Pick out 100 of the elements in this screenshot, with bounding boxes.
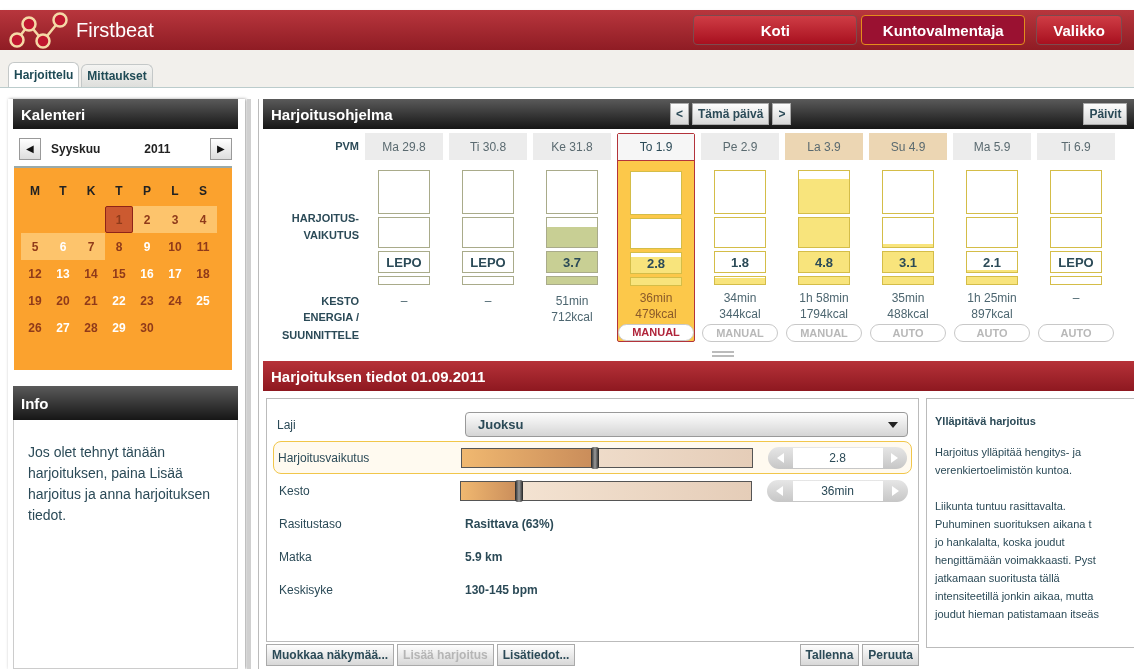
weekday-label: T xyxy=(58,183,68,200)
previous-day-button[interactable]: < xyxy=(670,103,689,125)
effect-value: 1.8 xyxy=(714,251,766,273)
description-line: jo hankalalta, koska joudut xyxy=(935,535,1066,550)
field-label: Keskisyke xyxy=(278,582,335,597)
next-day-button[interactable]: > xyxy=(772,103,792,125)
info-text: Jos olet tehnyt tänään harjoituksen, paina Lisää harjoitus ja anna harjoituksen tiedot. xyxy=(28,443,212,525)
slider-thumb[interactable] xyxy=(515,479,523,502)
field-label: Matka xyxy=(278,549,313,564)
nav-button[interactable]: Koti xyxy=(693,15,858,45)
calendar-day[interactable]: 24 xyxy=(161,287,189,314)
date-header[interactable]: Ti 6.9 xyxy=(1037,133,1115,160)
calendar-day[interactable]: 8 xyxy=(105,233,133,260)
duration-text: – xyxy=(400,293,408,309)
effect-value: 4.8 xyxy=(798,251,850,273)
calendar-day[interactable]: 18 xyxy=(189,260,217,287)
duration-text: 1h 58min xyxy=(799,290,849,307)
calendar-day[interactable]: 11 xyxy=(189,233,217,260)
calendar-day[interactable]: 20 xyxy=(49,287,77,314)
nav-button[interactable]: Valikko xyxy=(1036,15,1122,45)
action-button[interactable]: Muokkaa näkymää... xyxy=(266,644,395,666)
description-line: Harjoitus ylläpitää hengitys- ja xyxy=(935,445,1083,460)
energy-text: 488kcal xyxy=(887,306,929,323)
calendar-day[interactable]: 30 xyxy=(133,314,161,341)
panel-title: Kalenteri xyxy=(21,105,86,123)
calendar-day[interactable]: 14 xyxy=(77,260,105,287)
stepper-value[interactable]: 36min xyxy=(792,480,883,501)
row-label: SUUNNITTELE xyxy=(282,327,359,343)
sport-dropdown[interactable]: Juoksu xyxy=(465,412,908,437)
date-header[interactable]: Su 4.9 xyxy=(869,133,947,160)
weekday-label: M xyxy=(29,183,41,200)
calendar-day[interactable]: 2 xyxy=(133,206,161,233)
calendar-day[interactable]: 5 xyxy=(21,233,49,260)
stepper-value[interactable]: 2.8 xyxy=(792,447,883,468)
nav-button[interactable]: Kuntovalmentaja xyxy=(861,15,1026,45)
date-header[interactable]: Pe 2.9 xyxy=(701,133,779,160)
refresh-button[interactable]: Päivit xyxy=(1083,103,1128,125)
date-header[interactable]: To 1.9 xyxy=(618,134,694,161)
duration-text: 1h 25min xyxy=(967,290,1017,307)
field-label: Laji xyxy=(277,417,297,432)
calendar-day[interactable]: 10 xyxy=(161,233,189,260)
action-button[interactable]: Peruuta xyxy=(862,644,919,666)
calendar-day[interactable]: 28 xyxy=(77,314,105,341)
duration-text: 35min xyxy=(891,290,925,307)
panel-title: Harjoitusohjelma xyxy=(271,105,394,123)
description-title: Ylläpitävä harjoitus xyxy=(935,415,1037,427)
duration-text: – xyxy=(484,293,492,309)
description-line: verenkiertoelimistön kuntoa. xyxy=(935,463,1073,478)
description-line: Puhuminen suorituksen aikana t xyxy=(935,517,1093,532)
calendar-day[interactable]: 19 xyxy=(21,287,49,314)
year-label: 2011 xyxy=(144,142,171,156)
calendar-day[interactable]: 26 xyxy=(21,314,49,341)
energy-text: 479kcal xyxy=(635,305,677,322)
energy-text: 712kcal xyxy=(551,309,593,325)
field-label: Harjoitusvaikutus xyxy=(278,450,371,465)
next-month-button[interactable]: ▶ xyxy=(210,138,232,160)
field-value: 130-145 bpm xyxy=(465,582,538,597)
field-value: Rasittava (63%) xyxy=(465,516,554,531)
slider-track[interactable] xyxy=(461,447,753,468)
slider-thumb[interactable] xyxy=(591,446,600,469)
energy-text: 897kcal xyxy=(971,306,1013,323)
description-line: intensiteetillä jonkin aikaa, mutta xyxy=(935,589,1095,604)
previous-month-button[interactable]: ◀ xyxy=(19,138,41,160)
description-line: jatkamaan suoritusta tällä xyxy=(935,571,1061,586)
row-label: KESTO xyxy=(321,293,359,309)
duration-text: 51min xyxy=(555,293,589,309)
logo-icon xyxy=(8,11,70,49)
caret-icon xyxy=(888,422,898,428)
date-header[interactable]: La 3.9 xyxy=(785,133,863,160)
calendar-day[interactable]: 23 xyxy=(133,287,161,314)
effect-value: 3.7 xyxy=(546,251,598,273)
field-label: Rasitustaso xyxy=(278,516,343,531)
action-button[interactable]: Lisätiedot... xyxy=(496,644,576,666)
value-stepper[interactable]: 2.8 xyxy=(768,446,907,469)
weekday-label: L xyxy=(170,183,180,200)
calendar-day[interactable]: 12 xyxy=(21,260,49,287)
plan-mode-button[interactable]: MANUAL xyxy=(618,323,694,341)
action-button[interactable]: Tallenna xyxy=(799,644,860,666)
details-title: Harjoituksen tiedot 01.09.2011 xyxy=(271,367,486,385)
month-label: Syyskuu xyxy=(51,142,101,156)
date-header[interactable]: Ma 5.9 xyxy=(953,133,1031,160)
calendar-day[interactable]: 4 xyxy=(189,206,217,233)
slider-track[interactable] xyxy=(460,480,752,501)
calendar-day[interactable]: 21 xyxy=(77,287,105,314)
today-button[interactable]: Tämä päivä xyxy=(692,103,770,125)
row-label: HARJOITUS- VAIKUTUS xyxy=(290,210,359,243)
calendar-day[interactable]: 15 xyxy=(105,260,133,287)
weekday-label: K xyxy=(85,183,97,200)
tab[interactable]: Harjoittelu xyxy=(8,62,80,87)
calendar-day[interactable]: 7 xyxy=(77,233,105,260)
effect-value: 2.8 xyxy=(630,252,682,274)
calendar-day[interactable]: 3 xyxy=(161,206,189,233)
tab[interactable]: Mittaukset xyxy=(81,64,153,87)
effect-value: LEPO xyxy=(462,251,514,273)
value-stepper[interactable]: 36min xyxy=(767,479,908,502)
date-header[interactable]: Ma 29.8 xyxy=(365,133,443,160)
resize-grip-icon[interactable] xyxy=(712,351,734,357)
panel-title: Info xyxy=(21,394,49,412)
date-header[interactable]: Ti 30.8 xyxy=(449,133,527,160)
date-header[interactable]: Ke 31.8 xyxy=(533,133,611,160)
